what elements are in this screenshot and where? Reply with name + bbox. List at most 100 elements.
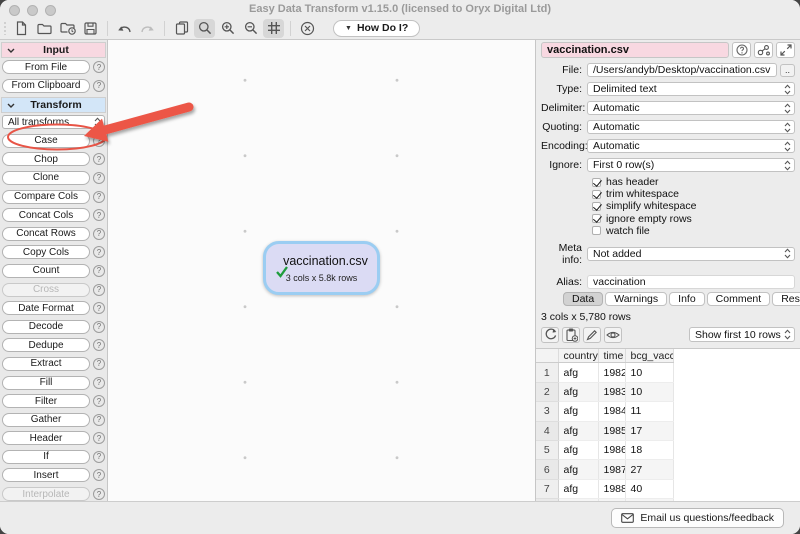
transform-button[interactable]: Fill	[2, 376, 90, 390]
help-icon[interactable]	[93, 153, 105, 165]
transform-filter-select[interactable]: All transforms	[2, 115, 105, 129]
expand-panel-icon[interactable]	[776, 42, 795, 58]
file-path-field[interactable]: /Users/andyb/Desktop/vaccination.csv	[587, 63, 777, 77]
zoom-in-icon[interactable]	[217, 19, 238, 38]
help-icon[interactable]	[93, 209, 105, 221]
save-icon[interactable]	[80, 19, 101, 38]
zoom-icon[interactable]	[194, 19, 215, 38]
checkbox[interactable]	[592, 190, 601, 199]
help-icon[interactable]	[93, 377, 105, 389]
help-icon[interactable]	[93, 135, 105, 147]
transform-button[interactable]: Chop	[2, 152, 90, 166]
new-document-icon[interactable]	[11, 19, 32, 38]
open-folder-icon[interactable]	[34, 19, 55, 38]
help-icon[interactable]	[93, 469, 105, 481]
toggle-grid-icon[interactable]	[263, 19, 284, 38]
transform-button[interactable]: Concat Rows	[2, 227, 90, 241]
table-row[interactable]: 1 afg 1982 10	[536, 363, 800, 382]
flow-canvas[interactable]: vaccination.csv 3 cols x 5.8k rows	[108, 40, 535, 501]
column-header[interactable]	[536, 349, 558, 363]
refresh-icon[interactable]	[541, 327, 559, 343]
help-icon[interactable]	[93, 172, 105, 184]
table-row[interactable]: 5 afg 1986 18	[536, 441, 800, 460]
help-icon[interactable]	[93, 284, 105, 296]
transform-button[interactable]: Interpolate	[2, 487, 90, 501]
node-name-field[interactable]: vaccination.csv	[541, 42, 729, 58]
transform-button[interactable]: Decode	[2, 320, 90, 334]
input-button[interactable]: From File	[2, 60, 90, 74]
setting-select[interactable]: First 0 row(s)	[587, 158, 795, 172]
duplicate-icon[interactable]	[171, 19, 192, 38]
close-window-icon[interactable]	[9, 5, 20, 16]
open-recent-icon[interactable]	[57, 19, 78, 38]
checkbox[interactable]	[592, 178, 601, 187]
help-icon[interactable]	[93, 265, 105, 277]
setting-select[interactable]: Automatic	[587, 101, 795, 115]
table-row[interactable]: 8 afg 1989 38	[536, 499, 800, 501]
input-button[interactable]: From Clipboard	[2, 79, 90, 93]
help-icon[interactable]	[93, 432, 105, 444]
help-icon[interactable]	[93, 61, 105, 73]
transform-button[interactable]: Concat Cols	[2, 208, 90, 222]
inspector-tab[interactable]: Info	[669, 292, 705, 306]
transform-button[interactable]: Insert	[2, 468, 90, 482]
link-nodes-icon[interactable]	[754, 42, 773, 58]
transform-button[interactable]: If	[2, 450, 90, 464]
transform-section-header[interactable]: Transform	[1, 97, 106, 113]
column-header[interactable]: country	[558, 349, 598, 363]
transform-button[interactable]: Clone	[2, 171, 90, 185]
checkbox[interactable]	[592, 214, 601, 223]
transform-button[interactable]: Extract	[2, 357, 90, 371]
transform-button[interactable]: Header	[2, 431, 90, 445]
inspector-tab[interactable]: Comment	[707, 292, 771, 306]
transform-button[interactable]: Compare Cols	[2, 190, 90, 204]
help-icon[interactable]	[93, 451, 105, 463]
show-rows-select[interactable]: Show first 10 rows	[689, 327, 795, 342]
inspector-tab[interactable]: Data	[563, 292, 603, 306]
help-icon[interactable]	[93, 80, 105, 92]
table-row[interactable]: 3 afg 1984 11	[536, 402, 800, 421]
setting-select[interactable]: Delimited text	[587, 82, 795, 96]
inspector-tab[interactable]: Warnings	[605, 292, 667, 306]
how-do-i-button[interactable]: How Do I?	[333, 20, 420, 37]
copy-to-clipboard-icon[interactable]	[562, 327, 580, 343]
help-icon[interactable]	[93, 395, 105, 407]
browse-button[interactable]: ..	[780, 64, 795, 77]
redo-icon[interactable]	[137, 19, 158, 38]
transform-button[interactable]: Dedupe	[2, 338, 90, 352]
column-header[interactable]: time	[598, 349, 625, 363]
transform-button[interactable]: Case	[2, 134, 90, 148]
help-icon[interactable]	[93, 228, 105, 240]
table-row[interactable]: 7 afg 1988 40	[536, 479, 800, 498]
table-row[interactable]: 4 afg 1985 17	[536, 421, 800, 440]
help-icon[interactable]	[93, 246, 105, 258]
undo-icon[interactable]	[114, 19, 135, 38]
alias-input[interactable]: vaccination	[587, 275, 795, 289]
inspector-tab[interactable]: Results	[772, 292, 800, 306]
meta-info-select[interactable]: Not added	[587, 247, 795, 261]
minimize-window-icon[interactable]	[27, 5, 38, 16]
transform-button[interactable]: Cross	[2, 283, 90, 297]
zoom-out-icon[interactable]	[240, 19, 261, 38]
transform-button[interactable]: Gather	[2, 413, 90, 427]
help-icon[interactable]	[93, 321, 105, 333]
checkbox[interactable]	[592, 202, 601, 211]
feedback-button[interactable]: Email us questions/feedback	[611, 508, 784, 528]
transform-button[interactable]: Copy Cols	[2, 245, 90, 259]
edit-icon[interactable]	[583, 327, 601, 343]
dataset-node-vaccination[interactable]: vaccination.csv 3 cols x 5.8k rows	[263, 241, 380, 295]
input-section-header[interactable]: Input	[1, 42, 106, 58]
table-row[interactable]: 6 afg 1987 27	[536, 460, 800, 479]
setting-select[interactable]: Automatic	[587, 120, 795, 134]
setting-select[interactable]: Automatic	[587, 139, 795, 153]
zoom-window-icon[interactable]	[45, 5, 56, 16]
column-header[interactable]: bcg_vacc	[625, 349, 673, 363]
help-icon[interactable]	[93, 302, 105, 314]
help-icon[interactable]	[93, 358, 105, 370]
table-row[interactable]: 2 afg 1983 10	[536, 382, 800, 401]
cancel-icon[interactable]	[297, 19, 318, 38]
help-icon[interactable]	[93, 339, 105, 351]
transform-button[interactable]: Count	[2, 264, 90, 278]
checkbox[interactable]	[592, 226, 601, 235]
transform-button[interactable]: Date Format	[2, 301, 90, 315]
